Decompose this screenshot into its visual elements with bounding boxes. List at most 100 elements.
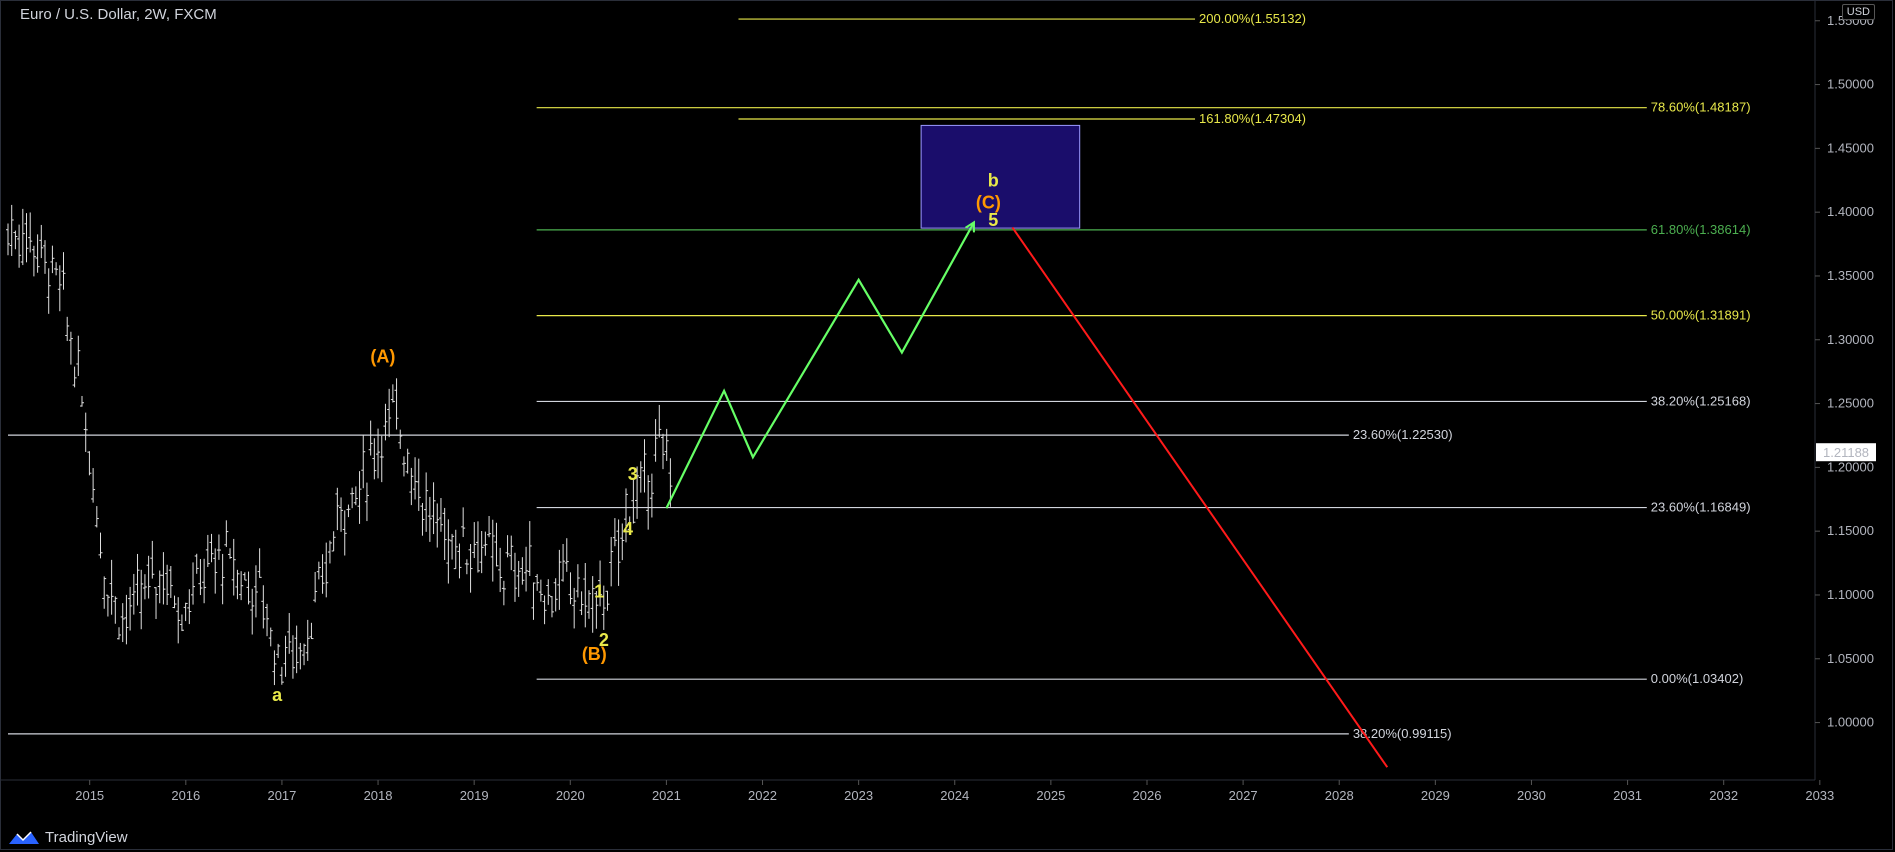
x-tick-label: 2032 xyxy=(1709,788,1738,803)
y-tick-label: 1.00000 xyxy=(1827,715,1874,730)
x-tick-label: 2017 xyxy=(267,788,296,803)
wave-label: 4 xyxy=(623,519,633,539)
price-bar xyxy=(117,627,122,640)
wave-label: 1 xyxy=(594,582,604,602)
x-tick-label: 2021 xyxy=(652,788,681,803)
wave-label: 3 xyxy=(628,464,638,484)
price-chart[interactable]: 1.00000 1.05000 1.10000 1.15000 1.20000 1.250… xyxy=(0,0,1895,852)
price-bar xyxy=(427,496,432,542)
price-bar xyxy=(187,589,192,625)
price-bar xyxy=(94,506,99,528)
price-bar xyxy=(572,587,577,629)
price-bar xyxy=(198,559,203,596)
price-bar xyxy=(242,572,247,581)
price-bar xyxy=(194,553,199,574)
price-bar xyxy=(87,451,92,476)
target-zone-box[interactable] xyxy=(920,124,1081,229)
price-bar xyxy=(464,559,469,575)
currency-badge[interactable]: USD xyxy=(1841,4,1875,20)
price-bar xyxy=(401,456,406,477)
price-bar xyxy=(235,569,240,600)
y-tick-label: 1.40000 xyxy=(1827,204,1874,219)
price-bar xyxy=(461,507,466,538)
fib-level-label: 50.00%(1.31891) xyxy=(1651,308,1751,323)
wave-label: 2 xyxy=(599,630,609,650)
price-bar xyxy=(509,535,514,571)
x-tick-label: 2031 xyxy=(1613,788,1642,803)
x-tick-label: 2019 xyxy=(460,788,489,803)
price-bar xyxy=(46,268,51,314)
price-bar xyxy=(339,497,344,532)
x-tick-label: 2016 xyxy=(171,788,200,803)
price-bar xyxy=(542,595,547,625)
brand-label: TradingView xyxy=(45,829,128,846)
price-bar xyxy=(191,562,196,605)
price-bar xyxy=(420,502,425,536)
x-tick-label: 2018 xyxy=(364,788,393,803)
price-bar xyxy=(638,461,643,493)
price-bar xyxy=(250,588,255,635)
fib-level-label: 0.00%(1.03402) xyxy=(1651,671,1744,686)
price-bar xyxy=(305,619,310,661)
price-bar xyxy=(346,504,351,518)
price-bar xyxy=(475,521,480,573)
x-tick-label: 2022 xyxy=(748,788,777,803)
price-bar xyxy=(335,487,340,531)
price-bar xyxy=(490,519,495,582)
price-bar xyxy=(479,530,484,574)
price-bar xyxy=(342,510,347,556)
y-tick-label: 1.20000 xyxy=(1827,459,1874,474)
price-bar xyxy=(35,234,40,273)
price-bar xyxy=(113,596,118,624)
price-bar xyxy=(231,538,236,596)
price-bar xyxy=(128,586,133,631)
price-bar xyxy=(124,594,129,645)
wave-label: b xyxy=(988,171,999,191)
price-bar xyxy=(546,579,551,605)
price-bar xyxy=(612,518,617,547)
x-tick-label: 2030 xyxy=(1517,788,1546,803)
price-bar xyxy=(450,533,455,560)
price-bar xyxy=(376,428,381,479)
price-bar xyxy=(228,548,233,559)
price-bar xyxy=(564,538,569,572)
x-tick-label: 2015 xyxy=(75,788,104,803)
price-bar xyxy=(483,531,488,556)
fib-level-label: 200.00%(1.55132) xyxy=(1199,11,1306,26)
price-bar xyxy=(279,666,284,685)
price-bar xyxy=(9,204,14,256)
fib-level-label: 38.20%(1.25168) xyxy=(1651,393,1751,408)
price-bar xyxy=(91,468,96,503)
price-bar xyxy=(586,590,591,619)
brand[interactable]: TradingView xyxy=(8,829,128,846)
price-bar xyxy=(76,335,81,376)
price-bar xyxy=(505,535,510,558)
projected-wave-path[interactable] xyxy=(665,221,975,509)
fib-level-label: 23.60%(1.22530) xyxy=(1353,427,1453,442)
price-bar xyxy=(183,602,188,622)
price-bar xyxy=(435,503,440,548)
price-bar xyxy=(135,553,140,606)
price-bar xyxy=(302,643,307,666)
price-bar xyxy=(498,547,503,593)
price-bar xyxy=(527,521,532,576)
price-bar xyxy=(157,570,162,604)
price-bar xyxy=(31,245,36,277)
x-tick-label: 2025 xyxy=(1036,788,1065,803)
price-bar xyxy=(168,566,173,598)
price-bar xyxy=(268,627,273,647)
price-bar xyxy=(24,213,29,263)
price-bar xyxy=(394,378,399,430)
price-bar xyxy=(431,482,436,535)
price-bar xyxy=(290,635,295,679)
price-bar xyxy=(165,564,170,605)
price-bar xyxy=(20,208,25,266)
wave-label: a xyxy=(272,685,283,705)
price-bar xyxy=(472,522,477,559)
projected-decline-line[interactable] xyxy=(1011,226,1389,768)
price-bar xyxy=(313,571,318,603)
price-bar xyxy=(583,563,588,628)
y-tick-label: 1.25000 xyxy=(1827,396,1874,411)
price-bar xyxy=(72,366,77,388)
price-bar xyxy=(109,559,114,615)
